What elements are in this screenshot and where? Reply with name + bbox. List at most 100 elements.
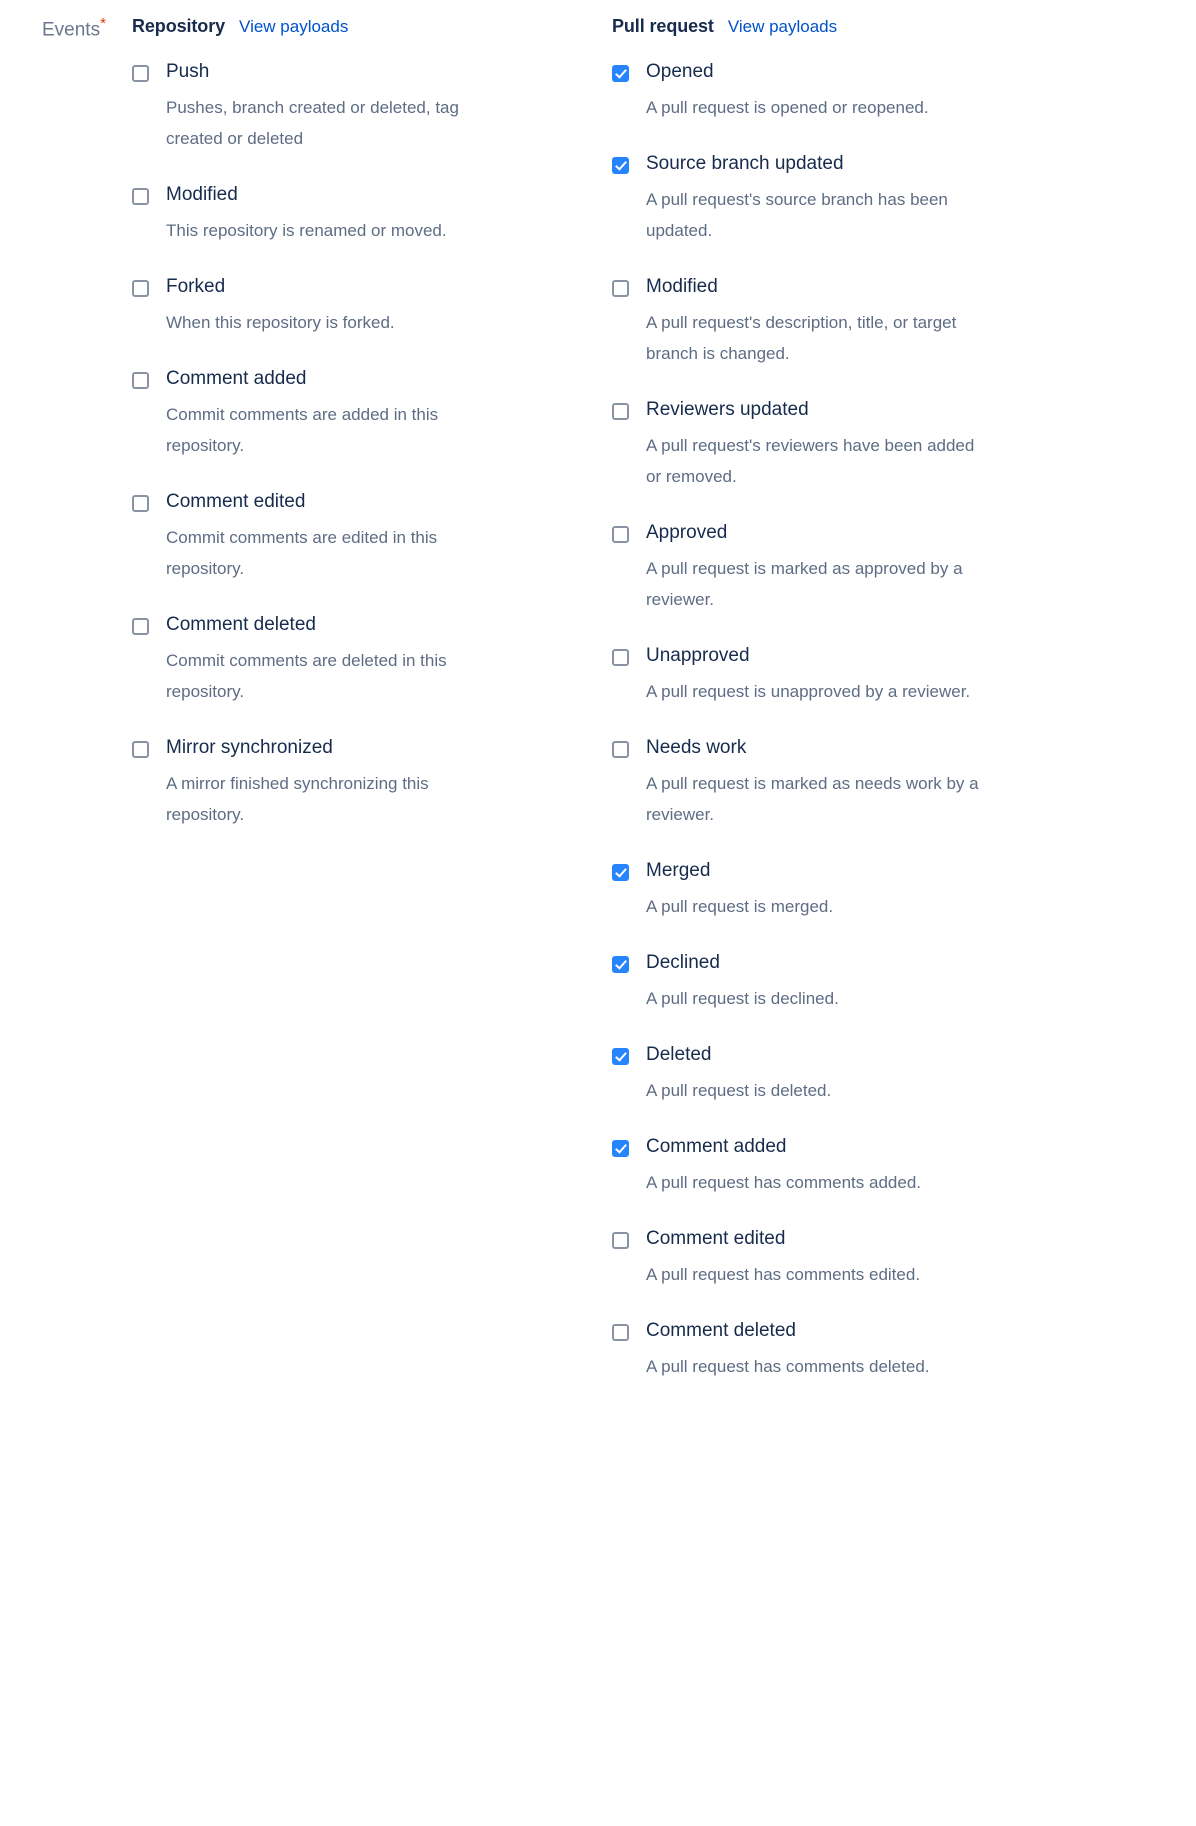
event-description: Pushes, branch created or deleted, tag c… xyxy=(166,98,459,148)
event-item[interactable]: Approved A pull request is marked as appr… xyxy=(612,521,1082,615)
event-item[interactable]: Unapproved A pull request is unapproved b… xyxy=(612,644,1082,707)
event-label[interactable]: Comment added xyxy=(646,1135,1082,1159)
event-label[interactable]: Deleted xyxy=(646,1043,1082,1067)
pull-request-events-list: Opened A pull request is opened or reopen… xyxy=(612,60,1082,1382)
event-description: A pull request is unapproved by a review… xyxy=(646,682,971,701)
event-item[interactable]: Forked When this repository is forked. xyxy=(132,275,612,338)
repository-view-payloads-link[interactable]: View payloads xyxy=(239,17,348,37)
event-item[interactable]: Reviewers updated A pull request's review… xyxy=(612,398,1082,492)
event-item[interactable]: Comment edited A pull request has comment… xyxy=(612,1227,1082,1290)
event-description: A pull request has comments edited. xyxy=(646,1265,921,1284)
repository-column-header: Repository View payloads xyxy=(132,0,612,37)
event-label[interactable]: Approved xyxy=(646,521,1082,545)
event-text-group: Modified This repository is renamed or mo… xyxy=(166,183,612,246)
event-label[interactable]: Declined xyxy=(646,951,1082,975)
checkbox-unchecked-icon[interactable] xyxy=(612,280,629,297)
checkbox-unchecked-icon[interactable] xyxy=(132,188,149,205)
pull-request-column-title: Pull request xyxy=(612,16,714,36)
event-item[interactable]: Comment edited Commit comments are edited… xyxy=(132,490,612,584)
event-text-group: Comment edited Commit comments are edited… xyxy=(166,490,612,584)
event-text-group: Reviewers updated A pull request's review… xyxy=(646,398,1082,492)
repository-column-title: Repository xyxy=(132,16,226,36)
checkbox-unchecked-icon[interactable] xyxy=(612,1324,629,1341)
checkbox-unchecked-icon[interactable] xyxy=(132,372,149,389)
event-label[interactable]: Opened xyxy=(646,60,1082,84)
checkbox-unchecked-icon[interactable] xyxy=(132,65,149,82)
event-label[interactable]: Needs work xyxy=(646,736,1082,760)
events-column-repository: Repository View payloads Push Pushes, bra… xyxy=(132,0,612,830)
checkbox-unchecked-icon[interactable] xyxy=(132,495,149,512)
event-description: A pull request is merged. xyxy=(646,897,834,916)
event-label[interactable]: Modified xyxy=(646,275,1082,299)
event-label[interactable]: Push xyxy=(166,60,612,84)
event-text-group: Comment added A pull request has comments… xyxy=(646,1135,1082,1198)
checkbox-checked-icon[interactable] xyxy=(612,864,629,881)
checkbox-checked-icon[interactable] xyxy=(612,65,629,82)
event-item[interactable]: Push Pushes, branch created or deleted, t… xyxy=(132,60,612,154)
event-label[interactable]: Source branch updated xyxy=(646,152,1082,176)
event-description: A pull request is declined. xyxy=(646,989,839,1008)
checkbox-unchecked-icon[interactable] xyxy=(612,741,629,758)
event-description: A pull request has comments added. xyxy=(646,1173,921,1192)
event-item[interactable]: Comment added A pull request has comments… xyxy=(612,1135,1082,1198)
event-text-group: Needs work A pull request is marked as ne… xyxy=(646,736,1082,830)
event-description: A pull request is marked as approved by … xyxy=(646,559,963,609)
event-label[interactable]: Comment deleted xyxy=(166,613,612,637)
checkbox-checked-icon[interactable] xyxy=(612,1048,629,1065)
event-item[interactable]: Comment deleted A pull request has commen… xyxy=(612,1319,1082,1382)
event-item[interactable]: Deleted A pull request is deleted. xyxy=(612,1043,1082,1106)
event-text-group: Comment deleted A pull request has commen… xyxy=(646,1319,1082,1382)
events-columns: Repository View payloads Push Pushes, bra… xyxy=(0,0,1196,1382)
event-text-group: Modified A pull request's description, ti… xyxy=(646,275,1082,369)
checkbox-unchecked-icon[interactable] xyxy=(612,526,629,543)
event-item[interactable]: Source branch updated A pull request's so… xyxy=(612,152,1082,246)
event-item[interactable]: Mirror synchronized A mirror finished syn… xyxy=(132,736,612,830)
event-text-group: Forked When this repository is forked. xyxy=(166,275,612,338)
event-description: A pull request's source branch has been … xyxy=(646,190,948,240)
event-label[interactable]: Merged xyxy=(646,859,1082,883)
event-text-group: Declined A pull request is declined. xyxy=(646,951,1082,1014)
checkbox-unchecked-icon[interactable] xyxy=(132,280,149,297)
checkbox-unchecked-icon[interactable] xyxy=(612,649,629,666)
checkbox-unchecked-icon[interactable] xyxy=(612,403,629,420)
event-item[interactable]: Declined A pull request is declined. xyxy=(612,951,1082,1014)
event-description: When this repository is forked. xyxy=(166,313,395,332)
event-text-group: Comment edited A pull request has comment… xyxy=(646,1227,1082,1290)
event-label[interactable]: Comment deleted xyxy=(646,1319,1082,1343)
event-text-group: Comment deleted Commit comments are delet… xyxy=(166,613,612,707)
event-description: Commit comments are added in this reposi… xyxy=(166,405,439,455)
event-label[interactable]: Comment edited xyxy=(646,1227,1082,1251)
event-item[interactable]: Comment added Commit comments are added i… xyxy=(132,367,612,461)
event-label[interactable]: Comment edited xyxy=(166,490,612,514)
checkbox-checked-icon[interactable] xyxy=(612,157,629,174)
checkbox-unchecked-icon[interactable] xyxy=(132,618,149,635)
pull-request-column-header: Pull request View payloads xyxy=(612,0,1082,37)
event-item[interactable]: Modified A pull request's description, ti… xyxy=(612,275,1082,369)
event-label[interactable]: Unapproved xyxy=(646,644,1082,668)
event-text-group: Approved A pull request is marked as appr… xyxy=(646,521,1082,615)
event-label[interactable]: Comment added xyxy=(166,367,612,391)
event-label[interactable]: Mirror synchronized xyxy=(166,736,612,760)
event-label[interactable]: Modified xyxy=(166,183,612,207)
checkbox-checked-icon[interactable] xyxy=(612,956,629,973)
event-description: A pull request is marked as needs work b… xyxy=(646,774,979,824)
event-text-group: Opened A pull request is opened or reopen… xyxy=(646,60,1082,123)
event-text-group: Source branch updated A pull request's so… xyxy=(646,152,1082,246)
event-item[interactable]: Opened A pull request is opened or reopen… xyxy=(612,60,1082,123)
event-text-group: Push Pushes, branch created or deleted, t… xyxy=(166,60,612,154)
pull-request-view-payloads-link[interactable]: View payloads xyxy=(728,17,837,37)
checkbox-unchecked-icon[interactable] xyxy=(612,1232,629,1249)
event-item[interactable]: Comment deleted Commit comments are delet… xyxy=(132,613,612,707)
event-label[interactable]: Reviewers updated xyxy=(646,398,1082,422)
checkbox-unchecked-icon[interactable] xyxy=(132,741,149,758)
event-item[interactable]: Merged A pull request is merged. xyxy=(612,859,1082,922)
event-description: A pull request's reviewers have been add… xyxy=(646,436,975,486)
event-description: A pull request is deleted. xyxy=(646,1081,832,1100)
event-text-group: Comment added Commit comments are added i… xyxy=(166,367,612,461)
event-item[interactable]: Needs work A pull request is marked as ne… xyxy=(612,736,1082,830)
event-label[interactable]: Forked xyxy=(166,275,612,299)
checkbox-checked-icon[interactable] xyxy=(612,1140,629,1157)
event-description: A pull request has comments deleted. xyxy=(646,1357,930,1376)
event-description: A pull request is opened or reopened. xyxy=(646,98,929,117)
event-item[interactable]: Modified This repository is renamed or mo… xyxy=(132,183,612,246)
